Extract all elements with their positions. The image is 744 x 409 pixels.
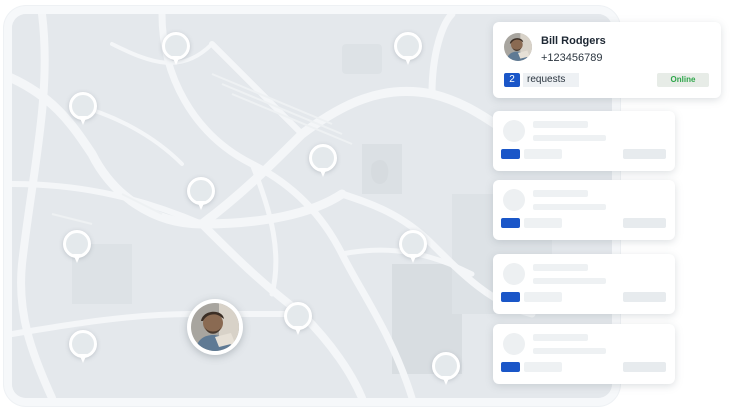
placeholder-card[interactable] xyxy=(493,254,675,314)
placeholder-line xyxy=(533,121,588,128)
placeholder-avatar xyxy=(503,120,525,142)
map-pin-icon[interactable] xyxy=(60,230,94,270)
placeholder-line xyxy=(533,264,588,271)
user-phone: +123456789 xyxy=(541,52,603,64)
placeholder-badge xyxy=(501,362,520,372)
placeholder-card[interactable] xyxy=(493,111,675,171)
placeholder-line xyxy=(533,204,606,210)
map-pin-icon[interactable] xyxy=(391,32,425,72)
requests-label: requests xyxy=(523,73,579,87)
placeholder-status xyxy=(623,218,666,228)
map-pin-icon[interactable] xyxy=(184,177,218,217)
placeholder-line xyxy=(533,135,606,141)
placeholder-status xyxy=(623,149,666,159)
placeholder-line xyxy=(533,334,588,341)
status-badge: Online xyxy=(657,73,709,87)
map-pin-icon[interactable] xyxy=(159,32,193,72)
placeholder-status xyxy=(623,362,666,372)
placeholder-line xyxy=(533,348,606,354)
map-pin-icon[interactable] xyxy=(429,352,463,392)
placeholder-card[interactable] xyxy=(493,324,675,384)
map-pin-icon[interactable] xyxy=(281,302,315,342)
selected-user-pin[interactable] xyxy=(187,299,243,355)
map-pin-icon[interactable] xyxy=(306,144,340,184)
map-pin-icon[interactable] xyxy=(396,230,430,270)
user-name: Bill Rodgers xyxy=(541,35,606,47)
user-avatar xyxy=(504,33,532,61)
placeholder-status xyxy=(623,292,666,302)
user-card[interactable]: Bill Rodgers +123456789 2 requests Onlin… xyxy=(493,22,721,98)
placeholder-avatar xyxy=(503,263,525,285)
map-pin-icon[interactable] xyxy=(66,330,100,370)
placeholder-bar xyxy=(524,218,562,228)
placeholder-line xyxy=(533,278,606,284)
user-avatar xyxy=(191,303,239,351)
placeholder-badge xyxy=(501,292,520,302)
placeholder-badge xyxy=(501,218,520,228)
requests-count-badge: 2 xyxy=(504,73,520,87)
placeholder-badge xyxy=(501,149,520,159)
placeholder-bar xyxy=(524,362,562,372)
map-pin-icon[interactable] xyxy=(66,92,100,132)
placeholder-bar xyxy=(524,292,562,302)
placeholder-avatar xyxy=(503,189,525,211)
placeholder-avatar xyxy=(503,333,525,355)
placeholder-card[interactable] xyxy=(493,180,675,240)
placeholder-bar xyxy=(524,149,562,159)
placeholder-line xyxy=(533,190,588,197)
